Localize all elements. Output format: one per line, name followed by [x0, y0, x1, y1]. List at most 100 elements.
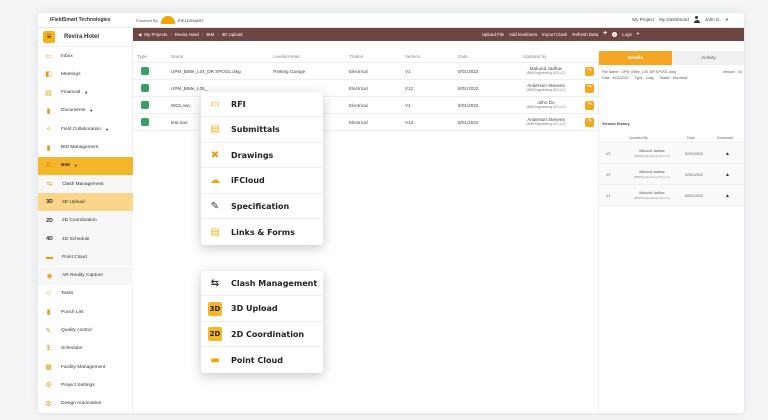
- export-clash-button[interactable]: Export Clash: [542, 32, 567, 37]
- col-levels[interactable]: Levels/Areas: [273, 54, 300, 59]
- menu-item-submittals[interactable]: ▤ Submittals: [201, 118, 323, 143]
- file-date: 8/01/2022: [458, 86, 479, 91]
- share-icon[interactable]: ↷: [585, 67, 594, 76]
- menu-item-ifcloud[interactable]: ☁ iFCloud: [201, 169, 323, 194]
- menu-item-drawings[interactable]: ✖ Drawings: [201, 143, 323, 168]
- menu-item-label: 2D Coordination: [231, 329, 305, 339]
- share-icon[interactable]: ↷: [585, 101, 594, 110]
- sidebar-item-bim[interactable]: B BIM ▼: [38, 156, 133, 175]
- menu-item-label: 3D Upload: [231, 304, 278, 313]
- chevron-down-icon: ▼: [73, 163, 78, 169]
- sidebar-item-label: Facility Management: [61, 364, 106, 370]
- upload-file-button[interactable]: Upload File: [482, 32, 504, 37]
- drawings-icon: ✖: [210, 149, 220, 161]
- download-icon[interactable]: ▲: [725, 172, 730, 178]
- company-name: iFieldSmart Technologies: [50, 17, 111, 23]
- user-menu[interactable]: John D.: [705, 17, 721, 22]
- sidebar-item-3d-upload[interactable]: 3D 3D Upload: [38, 193, 133, 212]
- 2d-icon: 2D: [208, 327, 222, 341]
- hamburger-icon[interactable]: ≡: [43, 31, 55, 43]
- sidebar-item-label: Project Settings: [61, 382, 95, 388]
- col-type: Type: [137, 54, 147, 59]
- ar-icon: ◉: [46, 272, 53, 280]
- 4d-icon: 4D: [46, 236, 53, 242]
- sidebar-item-2d-coordination[interactable]: 2D 2D Coordination: [38, 211, 133, 230]
- sidebar-item-label: BIM: [61, 163, 70, 169]
- project-name[interactable]: Revira Hotel: [64, 34, 99, 40]
- add-level-button[interactable]: Add level/area: [509, 32, 537, 37]
- sidebar-item-bid-management[interactable]: ▮ BID Management: [38, 139, 133, 157]
- menu-item-point-cloud[interactable]: ▬ Point Cloud: [201, 348, 323, 373]
- file-name[interactable]: test.nwc: [171, 120, 188, 125]
- col-date[interactable]: Date: [458, 54, 468, 59]
- file-name[interactable]: UPM_BIMe_L05_: [171, 86, 207, 91]
- download-icon[interactable]: ▲: [725, 151, 730, 157]
- breadcrumb-my-projects[interactable]: My Projects: [144, 32, 167, 38]
- file-name[interactable]: UPM_BIMe_L04_DR SPOOL.dwg: [171, 69, 241, 74]
- menu-item-rfi[interactable]: ▭ RFI: [201, 92, 323, 117]
- version-history-title: Version History: [602, 122, 630, 126]
- sidebar-item-tasks[interactable]: ☺ Tasks: [38, 285, 133, 303]
- sidebar-item-financial[interactable]: ▤ Financial ▼: [38, 84, 133, 102]
- sidebar-item-facility-management[interactable]: ▦ Facility Management: [38, 358, 133, 376]
- share-icon[interactable]: ↷: [585, 84, 594, 93]
- menu-item-links-forms[interactable]: ▤ Links & Forms: [201, 220, 323, 245]
- my-dashboard-link[interactable]: My Dashboard: [659, 17, 689, 22]
- details-tabs: Details Activity: [599, 51, 744, 65]
- vh-date: 02/01/2022: [685, 152, 703, 156]
- menu-item-2d-coordination[interactable]: 2D 2D Coordination: [201, 322, 323, 347]
- sidebar-item-inbox[interactable]: ▭ Inbox: [38, 47, 133, 65]
- share-icon[interactable]: ↷: [585, 118, 594, 127]
- my-project-link[interactable]: My Project: [632, 17, 654, 22]
- quality-icon: ✎: [45, 327, 52, 335]
- file-name[interactable]: WD1.nwc: [171, 103, 191, 108]
- bid-icon: ▮: [46, 144, 51, 152]
- menu-item-specification[interactable]: ✎ Specification: [201, 194, 323, 219]
- tab-activity[interactable]: Activity: [672, 51, 744, 65]
- plus-icon[interactable]: +: [603, 30, 607, 37]
- table-row[interactable]: UPM_BIMe_L04_DR SPOOL.dwg Parking Garage E…: [133, 63, 636, 80]
- point-cloud-icon: ▬: [210, 354, 220, 366]
- back-arrow-icon[interactable]: ◀: [138, 32, 141, 38]
- col-version[interactable]: Version: [405, 54, 420, 59]
- sidebar-item-label: Point Cloud: [62, 254, 87, 260]
- bim-menu: ⇆ Clash Management 3D 3D Upload 2D 2D Coordin…: [201, 271, 323, 373]
- menu-item-3d-upload[interactable]: 3D 3D Upload: [201, 297, 323, 322]
- sidebar-item-label: 2D Coordination: [62, 218, 97, 224]
- refresh-data-button[interactable]: Refresh Data: [572, 32, 598, 37]
- documents-menu: ▭ RFI ▤ Submittals ✖ Drawings ☁ iFCloud ✎ Specifi…: [201, 92, 323, 245]
- sidebar-item-project-settings[interactable]: ⚙ Project Settings: [38, 376, 133, 394]
- sidebar-item-point-cloud[interactable]: ▬ Point Cloud: [38, 248, 133, 267]
- sidebar-item-documents[interactable]: ▮ Documents ▼: [38, 102, 133, 120]
- sidebar-item-punch-list[interactable]: ▮ Punch List: [38, 303, 133, 321]
- sidebar-item-clash-management[interactable]: ⇆ Clash Management: [38, 175, 133, 194]
- sidebar-item-meetings[interactable]: ◧ Meetings: [38, 65, 133, 83]
- breadcrumb-separator: ›: [217, 32, 219, 37]
- download-icon[interactable]: ▲: [725, 193, 730, 199]
- sidebar-item-scheduler[interactable]: $ Scheduler: [38, 340, 133, 358]
- info-icon[interactable]: i: [612, 31, 618, 37]
- sidebar-item-quality-control[interactable]: ✎ Quality control: [38, 322, 133, 340]
- sidebar-item-design-automation[interactable]: ⚙ Design Automation: [38, 395, 133, 413]
- col-trades[interactable]: Trades: [349, 54, 363, 59]
- vh-col-updated: Updated By: [629, 136, 648, 140]
- updater-company: (BIM Engineering US LLC): [526, 122, 566, 126]
- breadcrumb-bim[interactable]: BIM: [206, 32, 214, 38]
- logs-button[interactable]: Logs: [622, 32, 632, 37]
- chevron-down-icon[interactable]: ▾: [726, 17, 728, 23]
- powered-by-label: Powered By: [136, 17, 158, 23]
- col-name[interactable]: Name: [171, 54, 183, 59]
- file-date: 8/01/2022: [458, 103, 479, 108]
- sidebar-item-ar-reality-capture[interactable]: ◉ AR Reality Capture: [38, 266, 133, 285]
- col-updated-by[interactable]: Updated by: [523, 54, 547, 59]
- chevron-down-icon[interactable]: ▾: [637, 31, 639, 37]
- menu-item-label: Specification: [231, 201, 290, 211]
- sidebar-item-field-collaboration[interactable]: ✧ Field Collaboration ▼: [38, 120, 133, 138]
- version-history-row: V1 Mukund Jadhav (BIM Engineering US LLC) 0…: [599, 186, 744, 206]
- sidebar-item-label: Documents: [61, 108, 86, 114]
- menu-item-clash-management[interactable]: ⇆ Clash Management: [201, 271, 323, 296]
- sidebar-item-4d-schedule[interactable]: 4D 4D Schedule: [38, 230, 133, 248]
- vh-date: 02/01/2022: [685, 194, 703, 198]
- tab-details[interactable]: Details: [599, 51, 672, 65]
- breadcrumb-project[interactable]: Revira Hotel: [175, 32, 199, 38]
